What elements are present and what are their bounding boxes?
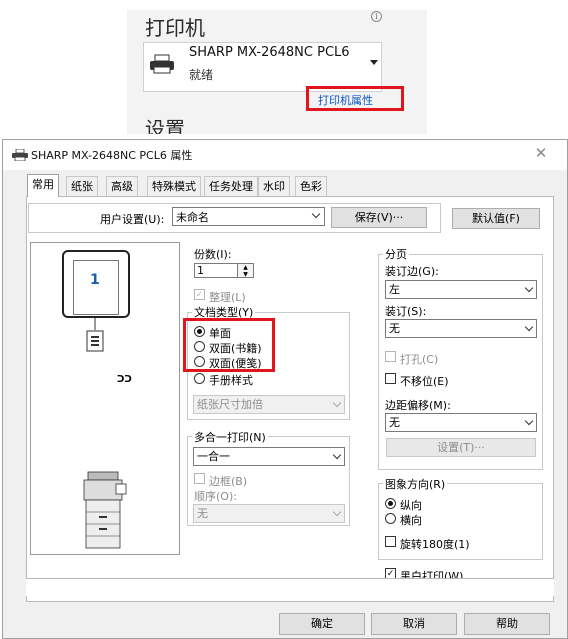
save-settings-button[interactable]: 保存(V)··· (331, 207, 427, 228)
radio-booklet[interactable] (194, 373, 205, 384)
binding-edge-select[interactable]: 左 (385, 280, 537, 299)
punch-label: 打孔(C) (400, 353, 439, 366)
nup-label: 多合一打印(N) (192, 429, 268, 445)
ok-button[interactable]: 确定 (279, 613, 365, 635)
radio-landscape[interactable] (385, 513, 396, 524)
punch-checkbox[interactable] (385, 351, 396, 362)
orientation-label: 图象方向(R) (383, 476, 448, 492)
margin-shift-label: 边距偏移(M): (385, 399, 451, 412)
tab-paper[interactable]: 纸张 (66, 176, 98, 196)
copies-value: 1 (197, 264, 204, 277)
default-button[interactable]: 默认值(F) (452, 208, 540, 229)
page-number: 1 (90, 272, 100, 288)
user-settings-label: 用户设置(U): (100, 213, 165, 226)
margin-settings-button[interactable]: 设置(T)··· (386, 438, 536, 457)
dialog-title: SHARP MX-2648NC PCL6 属性 (31, 149, 193, 162)
order-select[interactable]: 无 (193, 504, 345, 523)
radio-portrait[interactable] (385, 498, 396, 509)
highlight-box-printer-properties (306, 86, 404, 111)
collate-label: 整理(L) (209, 291, 246, 304)
nup-select[interactable]: 一合一 (193, 447, 345, 466)
connector-line (94, 318, 96, 330)
binding-edge-label: 装订边(G): (385, 265, 439, 278)
info-icon[interactable]: i (371, 11, 382, 22)
booklet-label: 手册样式 (209, 374, 253, 387)
border-label: 边框(B) (209, 475, 248, 488)
tab-common[interactable]: 常用 (27, 174, 59, 197)
margin-shift-select[interactable]: 无 (385, 413, 537, 432)
rotate-180-label: 旋转180度(1) (400, 538, 470, 551)
pagination-label: 分页 (383, 246, 409, 262)
tab-special-mode[interactable]: 特殊模式 (147, 176, 201, 196)
order-label: 顺序(O): (194, 490, 237, 503)
border-checkbox[interactable] (194, 473, 205, 484)
booklet-size-select[interactable]: 纸张尺寸加倍 (193, 395, 345, 414)
printer-icon (12, 149, 28, 161)
copies-label: 份数(I): (194, 248, 232, 261)
portrait-label: 纵向 (400, 499, 422, 512)
copier-machine-icon (83, 471, 127, 549)
collate-checkbox[interactable]: ✓ (194, 289, 205, 300)
help-button[interactable]: 帮助 (464, 613, 550, 635)
printer-icon (150, 54, 174, 74)
no-offset-checkbox[interactable] (385, 373, 396, 384)
rotate-180-checkbox[interactable] (385, 536, 396, 547)
user-settings-value: 未命名 (176, 211, 209, 224)
document-icon (86, 330, 104, 352)
landscape-label: 横向 (400, 514, 422, 527)
highlight-box-document-type (183, 318, 275, 372)
printer-panel-title: 打印机 (145, 16, 205, 40)
settings-title: 设置 (145, 117, 185, 134)
copies-stepper[interactable]: ▲ ▼ (237, 263, 254, 278)
chevron-down-icon[interactable] (370, 60, 378, 65)
printer-name: SHARP MX-2648NC PCL6 (189, 45, 350, 60)
close-icon[interactable]: ✕ (532, 144, 550, 162)
cancel-button[interactable]: 取消 (371, 613, 457, 635)
tab-advanced[interactable]: 高级 (106, 176, 138, 196)
tab-job-handling[interactable]: 任务处理 (204, 176, 258, 196)
tab-color[interactable]: 色彩 (295, 176, 327, 196)
staple-label: 装订(S): (385, 305, 427, 318)
tab-watermark[interactable]: 水印 (258, 176, 290, 196)
staple-select[interactable]: 无 (385, 319, 537, 338)
no-offset-label: 不移位(E) (400, 375, 449, 388)
tab-panel-footer (26, 578, 554, 596)
duplex-icon: ᑐᑐ (117, 375, 132, 385)
printer-status: 就绪 (189, 68, 214, 82)
